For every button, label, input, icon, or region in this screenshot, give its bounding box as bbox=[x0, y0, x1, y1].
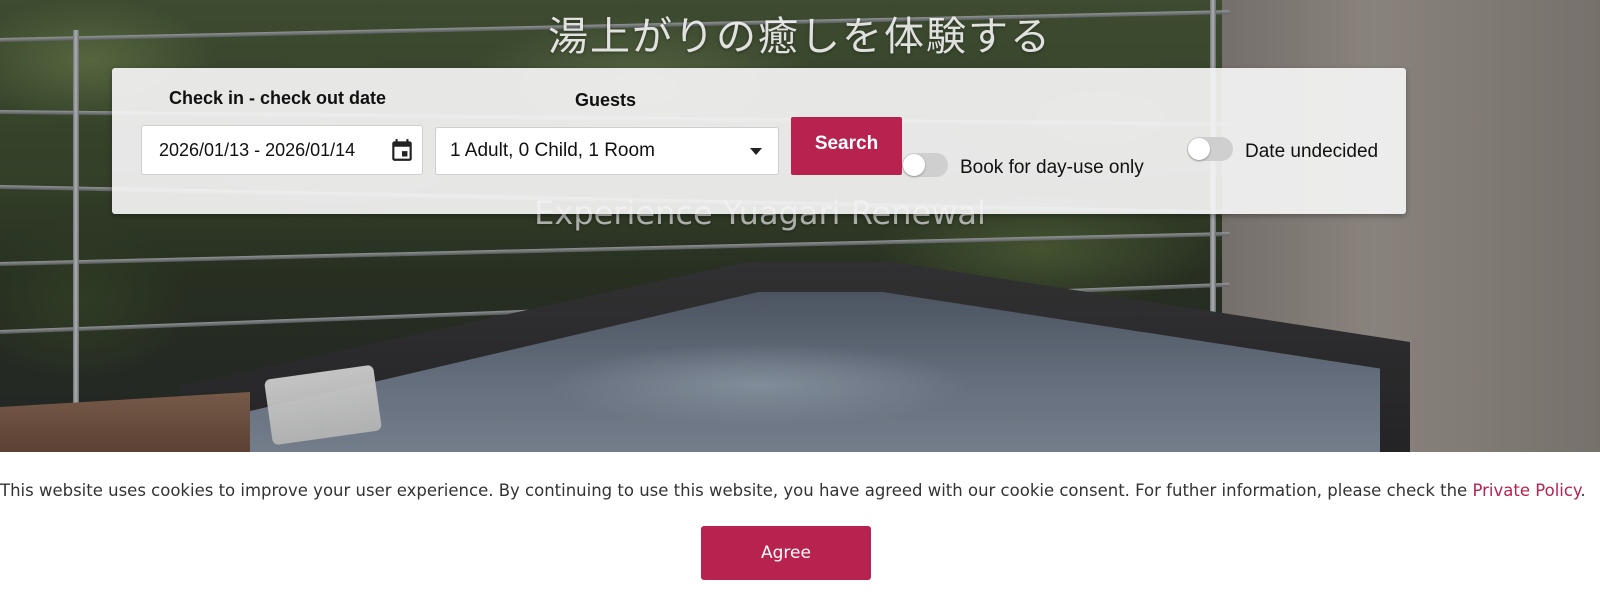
cookie-consent-bar: This website uses cookies to improve you… bbox=[0, 452, 1600, 601]
guests-value: 1 Adult, 0 Child, 1 Room bbox=[450, 140, 655, 161]
date-undecided-toggle[interactable] bbox=[1187, 137, 1233, 161]
guests-select[interactable]: 1 Adult, 0 Child, 1 Room bbox=[435, 127, 779, 175]
toggle-knob bbox=[903, 154, 925, 176]
date-range-input[interactable]: 2026/01/13 - 2026/01/14 bbox=[141, 125, 423, 175]
search-button[interactable]: Search bbox=[791, 117, 902, 175]
date-undecided-label: Date undecided bbox=[1245, 141, 1379, 162]
day-use-label: Book for day-use only bbox=[960, 157, 1144, 178]
cookie-message: This website uses cookies to improve you… bbox=[0, 481, 1586, 500]
dates-label: Check in - check out date bbox=[169, 88, 387, 108]
toggle-knob bbox=[1188, 138, 1210, 160]
cookie-message-suffix: . bbox=[1580, 481, 1586, 500]
day-use-toggle[interactable] bbox=[902, 153, 948, 177]
calendar-icon[interactable] bbox=[389, 137, 415, 163]
cookie-message-text: This website uses cookies to improve you… bbox=[0, 481, 1473, 500]
private-policy-link[interactable]: Private Policy bbox=[1472, 481, 1580, 500]
hero-title-jp: 湯上がりの癒しを体験する bbox=[548, 14, 1052, 60]
guests-label: Guests bbox=[575, 90, 637, 110]
date-range-value: 2026/01/13 - 2026/01/14 bbox=[159, 139, 356, 160]
booking-panel: Check in - check out date Guests 2026/01… bbox=[112, 68, 1406, 214]
agree-button[interactable]: Agree bbox=[701, 526, 871, 580]
chevron-down-icon bbox=[750, 148, 762, 155]
